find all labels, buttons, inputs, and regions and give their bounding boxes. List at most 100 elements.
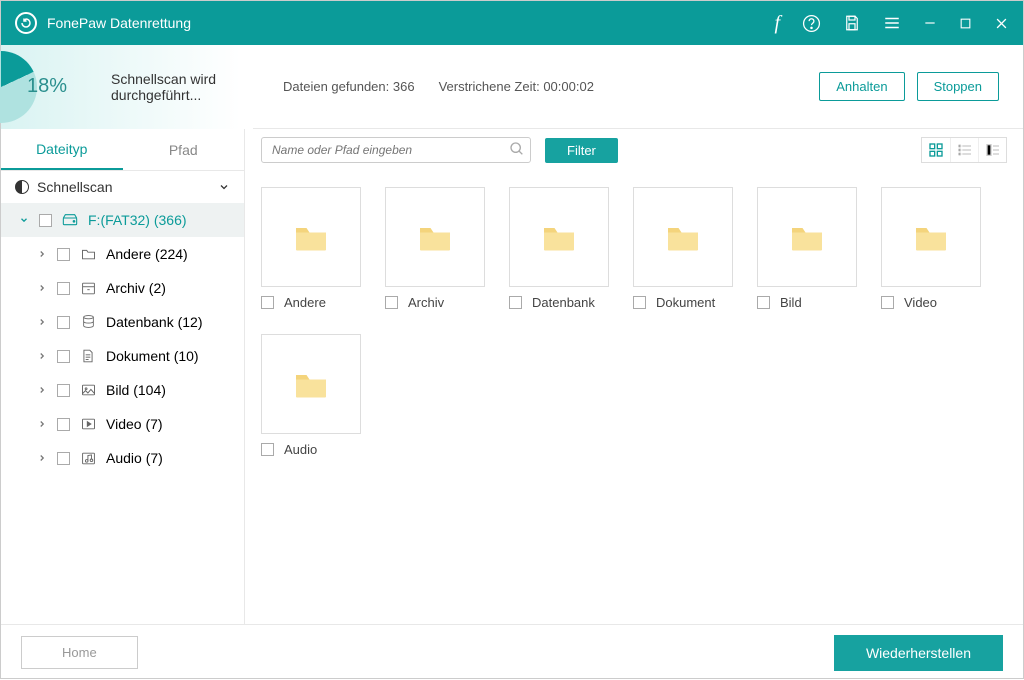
- video-icon: [80, 417, 96, 431]
- filter-button[interactable]: Filter: [545, 138, 618, 163]
- chevron-right-icon: [37, 453, 47, 463]
- folder-thumb[interactable]: [261, 187, 361, 287]
- close-icon[interactable]: [994, 16, 1009, 31]
- checkbox[interactable]: [509, 296, 522, 309]
- content-area: Filter Andere Archiv Datenbank Dokument Bild…: [245, 129, 1023, 624]
- chevron-down-icon: [19, 215, 29, 225]
- tree-drive[interactable]: F:(FAT32) (366): [1, 203, 244, 237]
- main-area: Dateityp Pfad Schnellscan F:(FAT32) (366…: [1, 129, 1023, 624]
- facebook-icon[interactable]: f: [774, 12, 780, 35]
- sidebar-tabs: Dateityp Pfad: [1, 129, 244, 171]
- folder-card: Andere: [261, 187, 361, 310]
- app-logo-icon: [15, 12, 37, 34]
- image-icon: [80, 383, 96, 397]
- files-found: Dateien gefunden: 366: [283, 79, 415, 94]
- audio-icon: [80, 451, 96, 465]
- folder-label-row: Archiv: [385, 295, 485, 310]
- footer: Home Wiederherstellen: [1, 624, 1023, 680]
- folder-name: Datenbank: [532, 295, 595, 310]
- database-icon: [80, 315, 96, 329]
- minimize-icon[interactable]: [923, 16, 937, 30]
- folder-thumb[interactable]: [757, 187, 857, 287]
- folder-label-row: Datenbank: [509, 295, 609, 310]
- chevron-down-icon: [218, 181, 230, 193]
- tree-item-dokument[interactable]: Dokument (10): [1, 339, 244, 373]
- checkbox[interactable]: [261, 443, 274, 456]
- checkbox[interactable]: [57, 350, 70, 363]
- folder-label-row: Audio: [261, 442, 361, 457]
- checkbox[interactable]: [39, 214, 52, 227]
- quickscan-label: Schnellscan: [37, 179, 113, 195]
- menu-icon[interactable]: [883, 14, 901, 32]
- checkbox[interactable]: [633, 296, 646, 309]
- document-icon: [80, 349, 96, 363]
- tree-quickscan-head[interactable]: Schnellscan: [1, 171, 244, 203]
- folder-icon: [80, 247, 96, 261]
- search-input[interactable]: [261, 137, 531, 163]
- folder-thumb[interactable]: [385, 187, 485, 287]
- stop-button[interactable]: Stoppen: [917, 72, 999, 101]
- tab-path[interactable]: Pfad: [123, 129, 245, 170]
- search-wrap: [261, 137, 531, 163]
- folder-card: Bild: [757, 187, 857, 310]
- folder-thumb[interactable]: [881, 187, 981, 287]
- chevron-right-icon: [37, 317, 47, 327]
- folder-card: Audio: [261, 334, 361, 457]
- tree-item-datenbank[interactable]: Datenbank (12): [1, 305, 244, 339]
- checkbox[interactable]: [57, 452, 70, 465]
- checkbox[interactable]: [385, 296, 398, 309]
- content-toolbar: Filter: [245, 129, 1023, 171]
- drive-icon: [62, 214, 78, 226]
- folder-label-row: Video: [881, 295, 981, 310]
- folder-label-row: Bild: [757, 295, 857, 310]
- home-button[interactable]: Home: [21, 636, 138, 669]
- folder-name: Bild: [780, 295, 802, 310]
- view-grid-icon[interactable]: [922, 138, 950, 162]
- checkbox[interactable]: [881, 296, 894, 309]
- scan-status-text: Schnellscan wird durchgeführt...: [111, 71, 253, 103]
- folder-thumb[interactable]: [633, 187, 733, 287]
- checkbox[interactable]: [57, 248, 70, 261]
- help-icon[interactable]: [802, 14, 821, 33]
- tree-item-label: Dokument (10): [106, 348, 199, 364]
- save-icon[interactable]: [843, 14, 861, 32]
- half-circle-icon: [15, 180, 29, 194]
- status-details: Dateien gefunden: 366 Verstrichene Zeit:…: [283, 79, 594, 94]
- tree-item-andere[interactable]: Andere (224): [1, 237, 244, 271]
- progress-percent: 18%: [27, 75, 67, 98]
- checkbox[interactable]: [261, 296, 274, 309]
- search-icon[interactable]: [509, 141, 525, 157]
- folder-name: Andere: [284, 295, 326, 310]
- folder-name: Dokument: [656, 295, 715, 310]
- folder-card: Dokument: [633, 187, 733, 310]
- folder-label-row: Andere: [261, 295, 361, 310]
- folder-thumb[interactable]: [509, 187, 609, 287]
- checkbox[interactable]: [57, 316, 70, 329]
- view-list-icon[interactable]: [950, 138, 978, 162]
- checkbox[interactable]: [757, 296, 770, 309]
- chevron-right-icon: [37, 283, 47, 293]
- pause-button[interactable]: Anhalten: [819, 72, 904, 101]
- folder-name: Video: [904, 295, 937, 310]
- checkbox[interactable]: [57, 282, 70, 295]
- tree: Schnellscan F:(FAT32) (366) Andere (224): [1, 171, 244, 624]
- tree-item-bild[interactable]: Bild (104): [1, 373, 244, 407]
- tree-item-label: Audio (7): [106, 450, 163, 466]
- progress-area: 18% Schnellscan wird durchgeführt...: [1, 45, 253, 129]
- folder-card: Datenbank: [509, 187, 609, 310]
- view-detail-icon[interactable]: [978, 138, 1006, 162]
- checkbox[interactable]: [57, 384, 70, 397]
- recover-button[interactable]: Wiederherstellen: [834, 635, 1003, 671]
- elapsed-time: Verstrichene Zeit: 00:00:02: [439, 79, 594, 94]
- checkbox[interactable]: [57, 418, 70, 431]
- tree-item-archiv[interactable]: Archiv (2): [1, 271, 244, 305]
- chevron-right-icon: [37, 249, 47, 259]
- tree-item-video[interactable]: Video (7): [1, 407, 244, 441]
- maximize-icon[interactable]: [959, 17, 972, 30]
- tree-item-audio[interactable]: Audio (7): [1, 441, 244, 475]
- folder-label-row: Dokument: [633, 295, 733, 310]
- folder-thumb[interactable]: [261, 334, 361, 434]
- folder-grid: Andere Archiv Datenbank Dokument Bild Video Au…: [245, 171, 1023, 473]
- sidebar: Dateityp Pfad Schnellscan F:(FAT32) (366…: [1, 129, 245, 624]
- tab-filetype[interactable]: Dateityp: [1, 129, 123, 170]
